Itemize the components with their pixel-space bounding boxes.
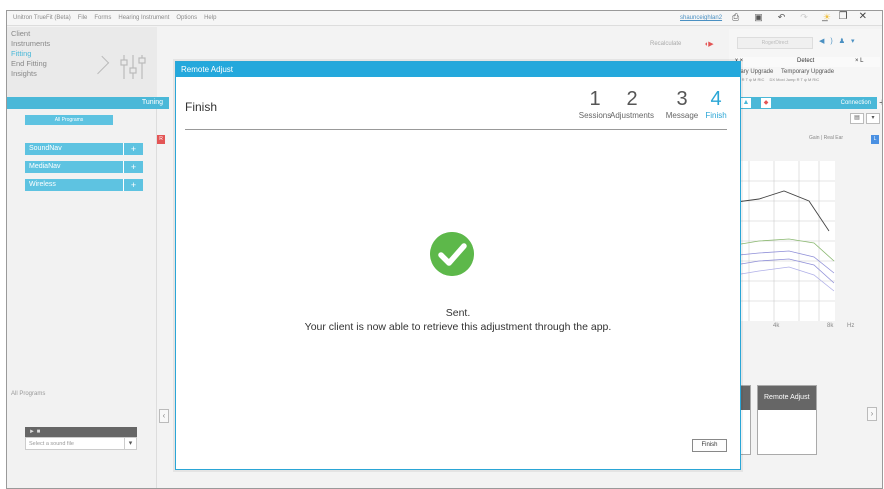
connection-label[interactable]: Connection (841, 97, 871, 109)
chevron-down-icon[interactable]: ▾ (124, 438, 136, 449)
program-sidebar: All Programs SoundNav + MediaNav + Wirel… (7, 109, 157, 488)
device-right-sub: DX Moxi Jump R T ψ M RIC (769, 77, 820, 82)
scroll-right-button[interactable]: › (867, 407, 877, 421)
program-soundnav[interactable]: SoundNav + (25, 143, 143, 155)
freq-label: 8k (827, 323, 834, 329)
right-ear-badge[interactable]: R (157, 135, 165, 144)
menu-hearing-instrument[interactable]: Hearing Instrument (118, 15, 169, 21)
program-wireless[interactable]: Wireless + (25, 179, 143, 191)
alert-icon[interactable]: ◆ (761, 98, 771, 108)
sent-message: Your client is now able to retrieve this… (304, 321, 612, 333)
all-programs-button[interactable]: All Programs (25, 115, 113, 125)
finish-button[interactable]: Finish (692, 439, 727, 452)
sound-file-select[interactable]: Select a sound file ▾ (25, 437, 137, 450)
menu-help[interactable]: Help (204, 15, 216, 21)
step-label: Finish (705, 111, 727, 120)
tool-tiles: er Remote Adjust (729, 385, 879, 465)
nav-end-fitting[interactable]: End Fitting (11, 59, 47, 68)
chart-options-icon[interactable]: ▤ (850, 113, 864, 124)
add-icon[interactable]: + (123, 179, 143, 191)
undo-icon[interactable]: ↶ (778, 12, 786, 23)
program-label: Wireless (29, 181, 56, 188)
volume-icon[interactable]: ◀) (819, 38, 839, 45)
remote-adjust-tile[interactable]: Remote Adjust (757, 385, 817, 455)
chevron-right-icon (90, 55, 110, 75)
step-finish: 4 Finish (686, 89, 746, 120)
device-model-row: orary Upgrade Temporary Upgrade (735, 69, 834, 75)
save-icon[interactable]: ▣ (754, 12, 763, 23)
menu-forms[interactable]: Forms (94, 15, 111, 21)
connection-bar: ▲ ◆ Connection (729, 97, 877, 109)
program-label: SoundNav (29, 145, 62, 152)
sound-player-controls[interactable]: ► ■ (25, 427, 137, 437)
all-programs-label: All Programs (11, 391, 46, 397)
add-icon[interactable]: + (123, 161, 143, 173)
sliders-icon (120, 55, 146, 79)
person-icon[interactable]: ♟ (839, 38, 851, 45)
tuning-tab-bar[interactable]: Tuning (7, 97, 169, 109)
device-icons: ◀)♟▾ (819, 37, 861, 45)
nav-insights[interactable]: Insights (11, 69, 37, 78)
menubar: Unitron TrueFit (Beta) File Forms Hearin… (7, 11, 882, 26)
left-ear-badge[interactable]: L (871, 135, 879, 144)
scroll-left-button[interactable]: ‹ (159, 409, 169, 423)
dialog-heading: Finish (185, 100, 218, 114)
recalculate-icon[interactable]: ◖▶ (704, 40, 714, 48)
menu-options[interactable]: Options (176, 15, 197, 21)
redo-icon[interactable]: ↷ (800, 12, 808, 23)
roger-direct-field[interactable]: RogerDirect (737, 37, 813, 49)
recalculate-label[interactable]: Recalculate (650, 41, 681, 47)
chart-tools: ▤ ▾ (850, 113, 880, 124)
dropdown-icon[interactable]: ▾ (851, 38, 861, 45)
device-right-label: Temporary Upgrade (781, 69, 835, 75)
success-checkmark-icon (430, 232, 474, 276)
sent-status: Sent. (445, 307, 471, 319)
menu-file[interactable]: File (78, 15, 88, 21)
nav-fitting[interactable]: Fitting (11, 49, 31, 58)
remote-adjust-dialog: Remote Adjust Finish 1 Sessions 2 Adjust… (175, 61, 741, 470)
detect-row: x × Detect × L (735, 57, 880, 67)
add-connection-icon[interactable]: + (879, 97, 882, 109)
device-sub-row: mp R T ψ M RIC DX Moxi Jump R T ψ M RIC (735, 77, 819, 82)
detect-right[interactable]: × L (855, 58, 864, 64)
app-window: Unitron TrueFit (Beta) File Forms Hearin… (6, 10, 883, 489)
gain-real-ear-toggle[interactable]: Gain | Real Ear (809, 135, 843, 141)
detect-button[interactable]: Detect (797, 58, 814, 64)
minimize-icon[interactable]: _ (822, 11, 832, 22)
freq-label: Hz (847, 323, 855, 329)
chevron-down-icon[interactable]: ▾ (866, 113, 880, 124)
sound-select-placeholder: Select a sound file (29, 441, 74, 447)
nav-instruments[interactable]: Instruments (11, 39, 50, 48)
gain-graph (729, 161, 835, 321)
program-label: MediaNav (29, 163, 61, 170)
remote-adjust-tile-label: Remote Adjust (758, 386, 816, 410)
header-divider (185, 129, 727, 130)
window-controls: _ ❐ ✕ (822, 11, 878, 22)
workflow-nav: Client Instruments Fitting End Fitting I… (7, 27, 157, 97)
app-title: Unitron TrueFit (Beta) (13, 15, 71, 21)
dialog-title: Remote Adjust (176, 62, 740, 77)
freq-label: 4k (773, 323, 780, 329)
close-icon[interactable]: ✕ (859, 11, 871, 22)
user-link[interactable]: shaunceighlan2 (680, 15, 722, 21)
program-medianav[interactable]: MediaNav + (25, 161, 143, 173)
nav-client[interactable]: Client (11, 29, 30, 38)
print-icon[interactable]: ⎙ (732, 12, 739, 23)
add-icon[interactable]: + (123, 143, 143, 155)
restore-icon[interactable]: ❐ (839, 11, 852, 22)
step-number: 4 (710, 88, 722, 110)
